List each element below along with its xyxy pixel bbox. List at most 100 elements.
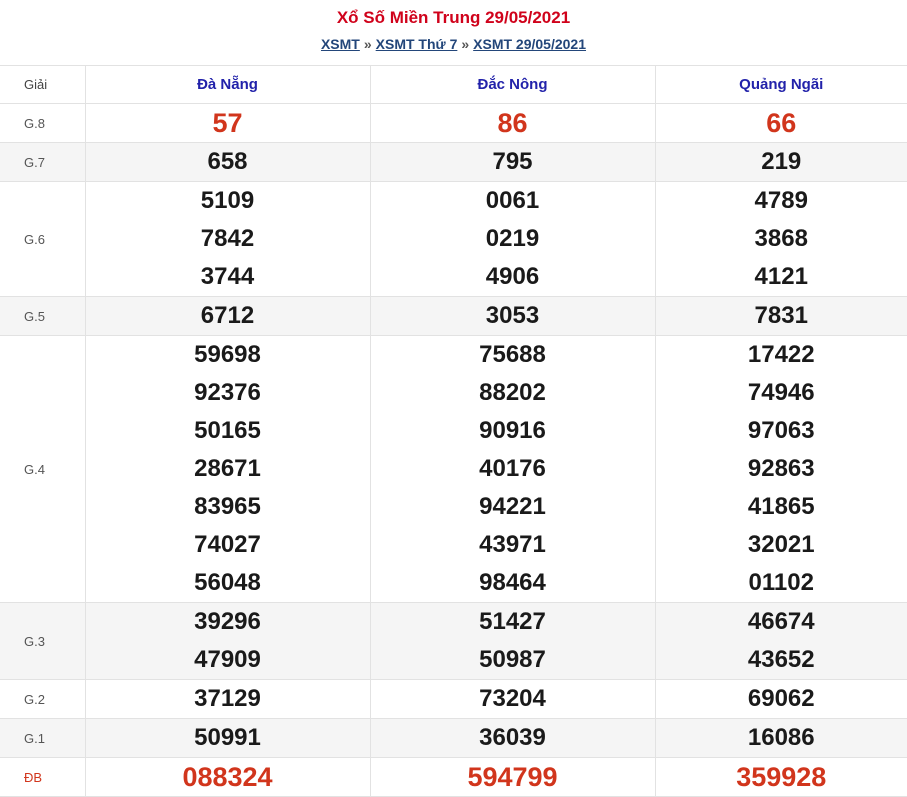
result-number: 94221 bbox=[371, 488, 655, 526]
results-body: G.8578666G.7658795219G.65109784237440061… bbox=[0, 104, 907, 797]
page-title: Xổ Số Miền Trung 29/05/2021 bbox=[0, 0, 907, 29]
result-number: 50165 bbox=[86, 412, 370, 450]
table-header-row: Giải Đà Nẵng Đắc Nông Quảng Ngãi bbox=[0, 66, 907, 104]
prize-row: G.1509913603916086 bbox=[0, 719, 907, 758]
result-number: 4121 bbox=[656, 258, 907, 296]
prize-cell: 69062 bbox=[655, 680, 907, 719]
prize-cell: 006102194906 bbox=[370, 182, 655, 297]
result-number: 66 bbox=[656, 104, 907, 142]
prize-row: G.45969892376501652867183965740275604875… bbox=[0, 336, 907, 603]
result-number: 57 bbox=[86, 104, 370, 142]
province-header-da-nang[interactable]: Đà Nẵng bbox=[85, 66, 370, 104]
result-number: 41865 bbox=[656, 488, 907, 526]
prize-cell: 86 bbox=[370, 104, 655, 143]
result-number: 658 bbox=[86, 143, 370, 181]
prize-label: ĐB bbox=[0, 758, 85, 797]
breadcrumb-separator: » bbox=[457, 36, 473, 52]
prize-cell: 7831 bbox=[655, 297, 907, 336]
prize-cell: 73204 bbox=[370, 680, 655, 719]
breadcrumb-link-xsmt[interactable]: XSMT bbox=[321, 36, 360, 52]
prize-cell: 3929647909 bbox=[85, 603, 370, 680]
result-number: 3744 bbox=[86, 258, 370, 296]
result-number: 36039 bbox=[371, 719, 655, 757]
result-number: 74027 bbox=[86, 526, 370, 564]
result-number: 92376 bbox=[86, 374, 370, 412]
prize-row: G.3392964790951427509874667443652 bbox=[0, 603, 907, 680]
result-number: 98464 bbox=[371, 564, 655, 602]
prize-cell: 59698923765016528671839657402756048 bbox=[85, 336, 370, 603]
result-number: 4789 bbox=[656, 182, 907, 220]
prize-cell: 50991 bbox=[85, 719, 370, 758]
breadcrumb: XSMT»XSMT Thứ 7»XSMT 29/05/2021 bbox=[0, 34, 907, 54]
prize-cell: 3053 bbox=[370, 297, 655, 336]
result-number: 17422 bbox=[656, 336, 907, 374]
breadcrumb-separator: » bbox=[360, 36, 376, 52]
result-number: 47909 bbox=[86, 641, 370, 679]
result-number: 50991 bbox=[86, 719, 370, 757]
result-number: 56048 bbox=[86, 564, 370, 602]
result-number: 40176 bbox=[371, 450, 655, 488]
prize-row: G.6510978423744006102194906478938684121 bbox=[0, 182, 907, 297]
result-number: 69062 bbox=[656, 680, 907, 718]
prize-cell: 66 bbox=[655, 104, 907, 143]
prize-cell: 36039 bbox=[370, 719, 655, 758]
result-number: 74946 bbox=[656, 374, 907, 412]
result-number: 4906 bbox=[371, 258, 655, 296]
prize-label: G.2 bbox=[0, 680, 85, 719]
result-number: 32021 bbox=[656, 526, 907, 564]
result-number: 219 bbox=[656, 143, 907, 181]
prize-label: G.1 bbox=[0, 719, 85, 758]
result-number: 97063 bbox=[656, 412, 907, 450]
result-number: 0219 bbox=[371, 220, 655, 258]
prize-label: G.6 bbox=[0, 182, 85, 297]
result-number: 088324 bbox=[86, 758, 370, 796]
result-number: 88202 bbox=[371, 374, 655, 412]
breadcrumb-link-xsmt-date[interactable]: XSMT 29/05/2021 bbox=[473, 36, 586, 52]
province-header-quang-ngai[interactable]: Quảng Ngãi bbox=[655, 66, 907, 104]
prize-column-header: Giải bbox=[0, 66, 85, 104]
result-number: 37129 bbox=[86, 680, 370, 718]
prize-cell: 5142750987 bbox=[370, 603, 655, 680]
result-number: 3053 bbox=[371, 297, 655, 335]
prize-cell: 359928 bbox=[655, 758, 907, 797]
result-number: 73204 bbox=[371, 680, 655, 718]
prize-cell: 478938684121 bbox=[655, 182, 907, 297]
prize-label: G.7 bbox=[0, 143, 85, 182]
prize-row: G.2371297320469062 bbox=[0, 680, 907, 719]
prize-row: G.8578666 bbox=[0, 104, 907, 143]
prize-cell: 75688882029091640176942214397198464 bbox=[370, 336, 655, 603]
prize-cell: 795 bbox=[370, 143, 655, 182]
prize-cell: 6712 bbox=[85, 297, 370, 336]
result-number: 795 bbox=[371, 143, 655, 181]
prize-label: G.3 bbox=[0, 603, 85, 680]
prize-row: G.7658795219 bbox=[0, 143, 907, 182]
province-header-dac-nong[interactable]: Đắc Nông bbox=[370, 66, 655, 104]
prize-cell: 16086 bbox=[655, 719, 907, 758]
result-number: 01102 bbox=[656, 564, 907, 602]
result-number: 359928 bbox=[656, 758, 907, 796]
prize-label: G.5 bbox=[0, 297, 85, 336]
result-number: 75688 bbox=[371, 336, 655, 374]
result-number: 28671 bbox=[86, 450, 370, 488]
results-table: Giải Đà Nẵng Đắc Nông Quảng Ngãi G.85786… bbox=[0, 65, 907, 797]
result-number: 0061 bbox=[371, 182, 655, 220]
result-number: 6712 bbox=[86, 297, 370, 335]
breadcrumb-link-xsmt-thu-7[interactable]: XSMT Thứ 7 bbox=[376, 36, 458, 52]
prize-row: ĐB088324594799359928 bbox=[0, 758, 907, 797]
prize-cell: 57 bbox=[85, 104, 370, 143]
prize-cell: 658 bbox=[85, 143, 370, 182]
result-number: 46674 bbox=[656, 603, 907, 641]
result-number: 7842 bbox=[86, 220, 370, 258]
prize-cell: 4667443652 bbox=[655, 603, 907, 680]
prize-cell: 219 bbox=[655, 143, 907, 182]
result-number: 50987 bbox=[371, 641, 655, 679]
prize-cell: 510978423744 bbox=[85, 182, 370, 297]
result-number: 90916 bbox=[371, 412, 655, 450]
prize-cell: 088324 bbox=[85, 758, 370, 797]
result-number: 5109 bbox=[86, 182, 370, 220]
result-number: 86 bbox=[371, 104, 655, 142]
prize-cell: 37129 bbox=[85, 680, 370, 719]
page-header: Xổ Số Miền Trung 29/05/2021 XSMT»XSMT Th… bbox=[0, 0, 907, 65]
result-number: 7831 bbox=[656, 297, 907, 335]
result-number: 3868 bbox=[656, 220, 907, 258]
